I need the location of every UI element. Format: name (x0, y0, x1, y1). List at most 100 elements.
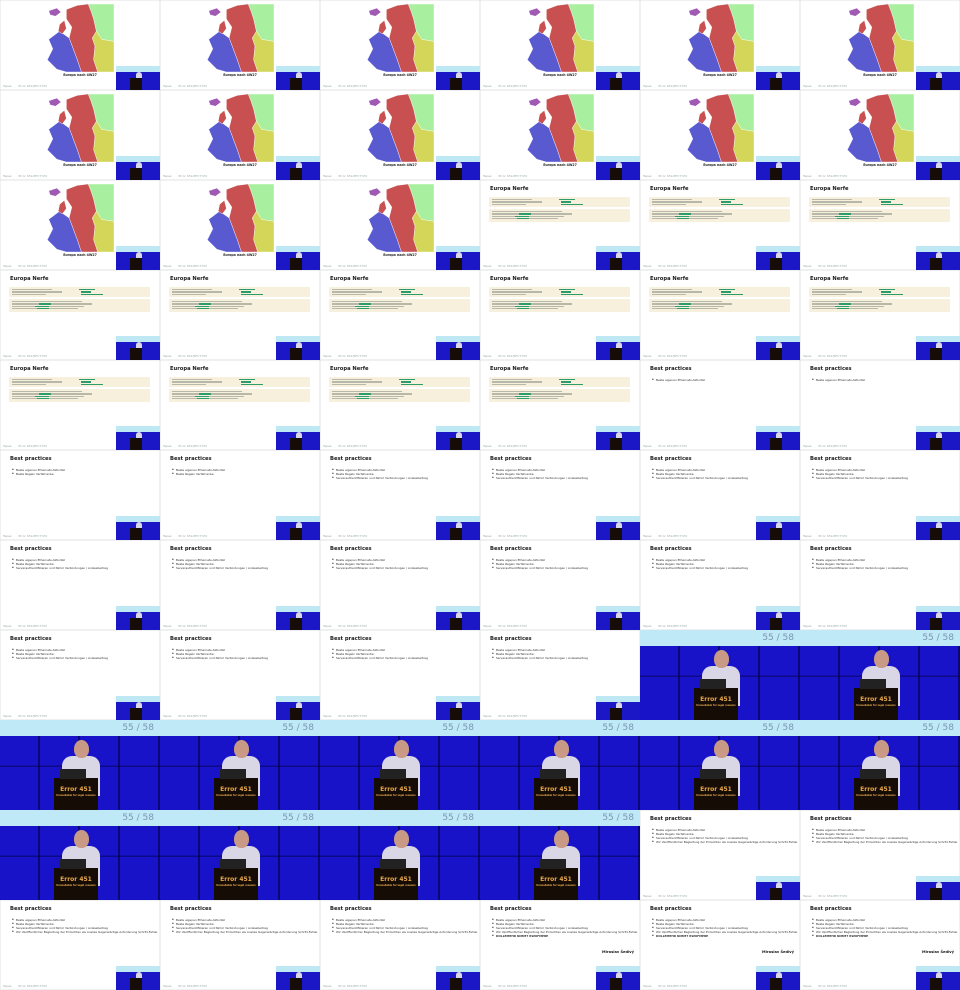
thumb-best-practices[interactable]: Best practices Beste eigenen Ethernets-Ak… (640, 810, 800, 900)
thumb-map[interactable]: Europa nach 4W27 Tapes Error 451/RFC7725 (160, 180, 320, 270)
code-line (812, 201, 862, 203)
thumb-video[interactable]: 55 / 58 Error 451 Unavailable for legal re… (160, 720, 320, 810)
slide-counter: 55 / 58 (282, 813, 314, 823)
footer-right: Error 451/RFC7725 (818, 534, 847, 538)
thumb-best-practices[interactable]: Best practices Beste eigenen Ethernets-Ak… (480, 900, 640, 990)
thumb-map[interactable]: Europa nach 4W27 Tapes Error 451/RFC7725 (640, 0, 800, 90)
speaker-head (394, 740, 409, 758)
thumb-best-practices[interactable]: Best practices Beste eigenen Ethernets-Ak… (640, 900, 800, 990)
thumb-code[interactable]: Europa Nerfe Tapes Error 451/RFC7725 (640, 180, 800, 270)
podium-title: Error 451 (60, 876, 92, 883)
thumb-best-practices[interactable]: Best practices Beste eigenen Ethernets-Ak… (0, 630, 160, 720)
bullet-item: Serverauthentifizieren und Nimm Verbindu… (12, 656, 108, 660)
thumb-best-practices[interactable]: Best practices Beste eigenen Ethernets-Ak… (160, 630, 320, 720)
thumb-code[interactable]: Europa Nerfe Tapes Error 451/RFC7725 (320, 270, 480, 360)
thumb-video[interactable]: 55 / 58 Error 451 Unavailable for legal re… (0, 720, 160, 810)
speaker-camera-inset (436, 66, 480, 90)
thumb-video[interactable]: 55 / 58 Error 451 Unavailable for legal re… (800, 630, 960, 720)
bullet-item: Wir Veröffentlicher Begleitung der Errle… (332, 930, 478, 934)
thumb-best-practices[interactable]: Best practices Beste eigenen Ethernets-Ak… (800, 810, 960, 900)
code-block (329, 389, 470, 402)
thumb-best-practices[interactable]: Best practices Beste eigenen Ethernets-Ak… (480, 540, 640, 630)
slide-title: Best practices (810, 546, 852, 552)
thumb-map[interactable]: Europa nach 4W27 Tapes Error 451/RFC7725 (480, 0, 640, 90)
thumb-map[interactable]: Europa nach 4W27 Tapes Error 451/RFC7725 (0, 180, 160, 270)
thumb-video[interactable]: 55 / 58 Error 451 Unavailable for legal re… (320, 720, 480, 810)
thumb-map[interactable]: Europa nach 4W27 Tapes Error 451/RFC7725 (800, 90, 960, 180)
bullet-item: Wir Veröffentlicher Begleitung der Errle… (172, 930, 318, 934)
thumb-code[interactable]: Europa Nerfe Tapes Error 451/RFC7725 (480, 360, 640, 450)
thumb-best-practices[interactable]: Best practices Beste eigenen Ethernets-Ak… (640, 360, 800, 450)
thumb-best-practices[interactable]: Best practices Beste eigenen Ethernets-Ak… (800, 360, 960, 450)
thumb-code[interactable]: Europa Nerfe Tapes Error 451/RFC7725 (640, 270, 800, 360)
thumb-code[interactable]: Europa Nerfe Tapes Error 451/RFC7725 (480, 180, 640, 270)
code-highlight (39, 303, 51, 305)
thumb-map[interactable]: Europa nach 4W27 Tapes Error 451/RFC7725 (800, 0, 960, 90)
thumb-video[interactable]: 55 / 58 Error 451 Unavailable for legal re… (640, 720, 800, 810)
code-line (492, 213, 572, 215)
speaker-camera-inset (116, 156, 160, 180)
thumb-map[interactable]: Europa nach 4W27 Tapes Error 451/RFC7725 (320, 180, 480, 270)
speaker-camera-inset (276, 426, 320, 450)
thumb-best-practices[interactable]: Best practices Beste eigenen Ethernets-Ak… (800, 900, 960, 990)
thumb-best-practices[interactable]: Best practices Beste eigenen Ethernets-Ak… (640, 540, 800, 630)
thumb-best-practices[interactable]: Best practices Beste eigenen Ethernets-Ak… (0, 900, 160, 990)
slide-footer: Tapes Error 451/RFC7725 (803, 444, 853, 448)
thumb-map[interactable]: Europa nach 4W27 Tapes Error 451/RFC7725 (640, 90, 800, 180)
thumb-best-practices[interactable]: Best practices Beste eigenen Ethernets-Ak… (480, 450, 640, 540)
thumb-code[interactable]: Europa Nerfe Tapes Error 451/RFC7725 (0, 360, 160, 450)
europe-map (47, 4, 114, 72)
thumb-best-practices[interactable]: Best practices Beste eigenen Ethernets-Ak… (320, 630, 480, 720)
thumb-best-practices[interactable]: Best practices Beste eigenen Ethernets-Ak… (0, 540, 160, 630)
podium (450, 978, 462, 990)
thumb-best-practices[interactable]: Best practices Beste eigenen Ethernets-Ak… (160, 900, 320, 990)
thumb-map[interactable]: Europa nach 4W27 Tapes Error 451/RFC7725 (160, 0, 320, 90)
podium (290, 438, 302, 450)
thumb-best-practices[interactable]: Best practices Beste eigenen Ethernets-Ak… (160, 540, 320, 630)
thumb-best-practices[interactable]: Best practices Beste eigenen Ethernets-Ak… (640, 450, 800, 540)
slide-footer: Tapes Error 451/RFC7725 (163, 714, 213, 718)
thumb-video[interactable]: 55 / 58 Error 451 Unavailable for legal re… (480, 810, 640, 900)
thumb-code[interactable]: Europa Nerfe Tapes Error 451/RFC7725 (480, 270, 640, 360)
thumb-code[interactable]: Europa Nerfe Tapes Error 451/RFC7725 (160, 270, 320, 360)
thumb-video[interactable]: 55 / 58 Error 451 Unavailable for legal re… (0, 810, 160, 900)
thumb-map[interactable]: Europa nach 4W27 Tapes Error 451/RFC7725 (160, 90, 320, 180)
thumb-best-practices[interactable]: Best practices Beste eigenen Ethernets-Ak… (320, 450, 480, 540)
thumb-video[interactable]: 55 / 58 Error 451 Unavailable for legal re… (160, 810, 320, 900)
code-highlight (559, 379, 575, 381)
thumb-best-practices[interactable]: Best practices Beste eigenen Ethernets-Ak… (800, 450, 960, 540)
thumb-best-practices[interactable]: Best practices Beste eigenen Ethernets-Ak… (0, 450, 160, 540)
thumb-best-practices[interactable]: Best practices Beste eigenen Ethernets-Ak… (320, 900, 480, 990)
podium-title: Error 451 (220, 786, 252, 793)
thumb-map[interactable]: Europa nach 4W27 Tapes Error 451/RFC7725 (320, 0, 480, 90)
laptop (60, 769, 86, 779)
thumb-code[interactable]: Europa Nerfe Tapes Error 451/RFC7725 (800, 180, 960, 270)
thumb-map[interactable]: Europa nach 4W27 Tapes Error 451/RFC7725 (480, 90, 640, 180)
thumb-map[interactable]: Europa nach 4W27 Tapes Error 451/RFC7725 (320, 90, 480, 180)
code-block (329, 299, 470, 312)
thumb-best-practices[interactable]: Best practices Beste eigenen Ethernets-Ak… (480, 630, 640, 720)
speaker-camera-inset (756, 426, 800, 450)
footer-right: Error 451/RFC7725 (178, 354, 207, 358)
thumb-code[interactable]: Europa Nerfe Tapes Error 451/RFC7725 (0, 270, 160, 360)
thumb-best-practices[interactable]: Best practices Beste eigenen Ethernets-Ak… (320, 540, 480, 630)
thumb-video[interactable]: 55 / 58 Error 451 Unavailable for legal re… (480, 720, 640, 810)
thumb-code[interactable]: Europa Nerfe Tapes Error 451/RFC7725 (320, 360, 480, 450)
thumb-video[interactable]: 55 / 58 Error 451 Unavailable for legal re… (640, 630, 800, 720)
podium (450, 528, 462, 540)
podium (930, 528, 942, 540)
thumb-video[interactable]: 55 / 58 Error 451 Unavailable for legal re… (800, 720, 960, 810)
code-block (809, 287, 950, 297)
thumb-map[interactable]: Europa nach 4W27 Tapes Error 451/RFC7725 (0, 90, 160, 180)
speaker-head (554, 740, 569, 758)
thumb-map[interactable]: Europa nach 4W27 Tapes Error 451/RFC7725 (0, 0, 160, 90)
thumb-code[interactable]: Europa Nerfe Tapes Error 451/RFC7725 (800, 270, 960, 360)
thumb-best-practices[interactable]: Best practices Beste eigenen Ethernets-Ak… (800, 540, 960, 630)
footer-left: Tapes (163, 714, 173, 718)
footer-right: Error 451/RFC7725 (178, 534, 207, 538)
thumb-code[interactable]: Europa Nerfe Tapes Error 451/RFC7725 (160, 360, 320, 450)
code-line (652, 293, 686, 296)
thumb-best-practices[interactable]: Best practices Beste eigenen Ethernets-Ak… (160, 450, 320, 540)
thumb-video[interactable]: 55 / 58 Error 451 Unavailable for legal re… (320, 810, 480, 900)
map-region-uk (378, 199, 387, 215)
